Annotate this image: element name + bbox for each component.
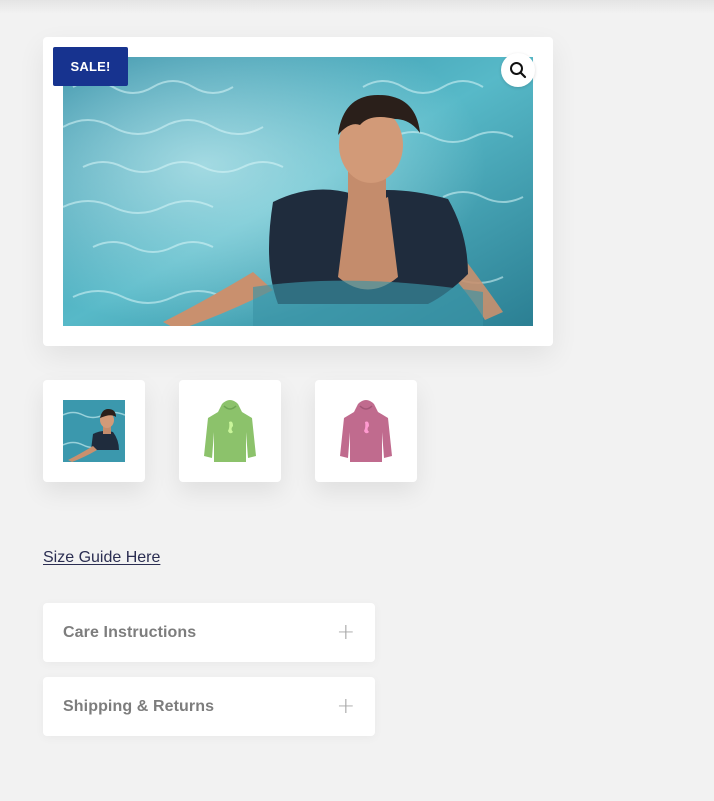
sale-badge: SALE!	[53, 47, 128, 86]
plus-icon[interactable]: +	[337, 695, 355, 718]
accordion-title: Shipping & Returns	[63, 697, 215, 715]
thumbnail-green-hoodie[interactable]	[179, 380, 281, 482]
header-shadow	[0, 0, 714, 14]
plus-icon[interactable]: +	[337, 621, 355, 644]
search-icon	[510, 62, 527, 79]
accordion-shipping-returns[interactable]: Shipping & Returns +	[43, 677, 375, 736]
product-gallery-main: SALE!	[43, 37, 553, 346]
main-product-image[interactable]	[63, 57, 533, 326]
accordion-title: Care Instructions	[63, 623, 197, 641]
thumbnail-pool[interactable]	[43, 380, 145, 482]
thumbnail-pink-hoodie[interactable]	[315, 380, 417, 482]
size-guide-link[interactable]: Size Guide Here	[43, 549, 160, 567]
accordion-care-instructions[interactable]: Care Instructions +	[43, 603, 375, 662]
thumbnail-image	[63, 400, 125, 462]
green-hoodie-image	[204, 400, 256, 462]
zoom-button[interactable]	[501, 53, 535, 87]
pink-hoodie-image	[340, 400, 392, 462]
